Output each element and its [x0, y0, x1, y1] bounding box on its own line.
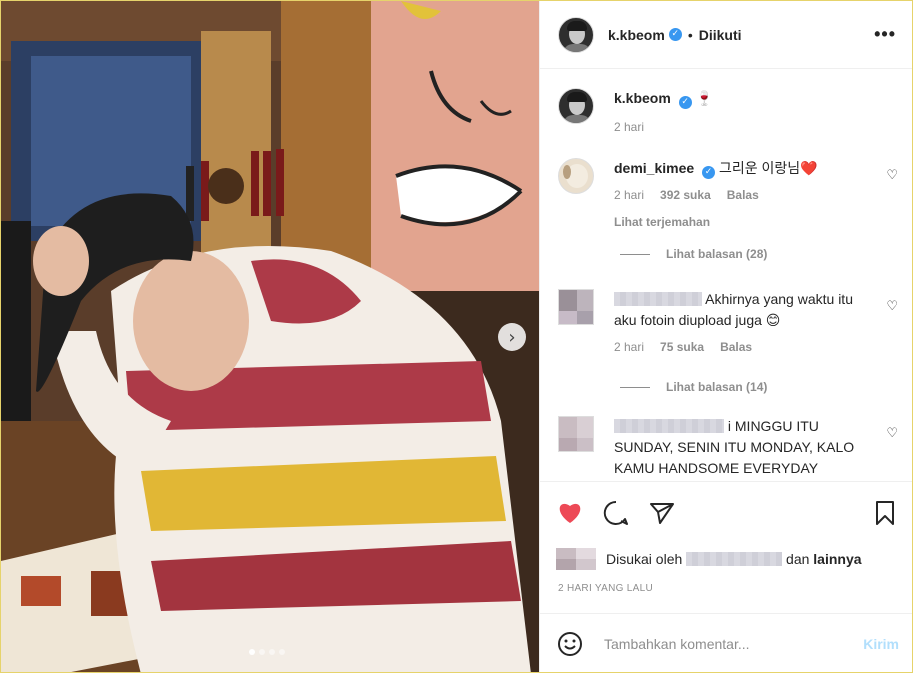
view-replies-button[interactable]: Lihat balasan (14) [620, 380, 767, 394]
liked-by-and: dan [786, 551, 810, 567]
redacted-liker-username[interactable] [686, 552, 783, 566]
carousel-dot [279, 649, 285, 655]
photo-illustration [1, 1, 539, 672]
divider-line [620, 253, 650, 255]
comment-likes[interactable]: 392 suka [660, 185, 711, 206]
post-timestamp[interactable]: 2 HARI YANG LALU [558, 583, 653, 594]
comment-text: 그리운 이랑님❤️ [718, 160, 818, 176]
carousel-dot [259, 649, 265, 655]
commenter-avatar-blurred[interactable] [558, 416, 594, 452]
following-status[interactable]: Diikuti [699, 27, 742, 43]
bookmark-icon[interactable] [871, 499, 899, 527]
post-caption: k.kbeom ✓ 🍷 2 hari [558, 88, 898, 138]
liked-by-row: Disukai oleh dan lainnya [556, 544, 862, 574]
see-translation-link[interactable]: Lihat terjemahan [614, 212, 874, 233]
commenter-avatar-blurred[interactable] [558, 289, 594, 325]
carousel-indicator [249, 649, 285, 655]
verified-badge-icon: ✓ [668, 28, 682, 41]
caption-username[interactable]: k.kbeom [614, 90, 671, 106]
author-username[interactable]: k.kbeom [608, 27, 665, 43]
carousel-dot-active [249, 649, 255, 655]
post-header: k.kbeom ✓ • Diikuti ••• [540, 1, 912, 69]
verified-badge-icon: ✓ [702, 166, 716, 179]
comment-item: demi_kimee ✓ 그리운 이랑님❤️ 2 hari 392 suka B… [558, 158, 898, 233]
post-side-panel: k.kbeom ✓ • Diikuti ••• k.kbeom ✓ 🍷 2 ha… [539, 1, 912, 672]
share-paper-plane-icon[interactable] [648, 499, 676, 527]
divider-line [620, 386, 650, 388]
liker-avatar-blurred[interactable] [556, 548, 596, 570]
comment-time[interactable]: 2 hari [614, 185, 644, 206]
caption-text: 🍷 [695, 90, 714, 106]
comment-likes[interactable]: 75 suka [660, 337, 704, 358]
like-heart-icon[interactable] [556, 499, 584, 527]
verified-badge-icon: ✓ [678, 96, 692, 109]
reply-button[interactable]: Balas [720, 337, 752, 358]
liked-by-others-link[interactable]: lainnya [813, 551, 861, 567]
post-actions: Disukai oleh dan lainnya 2 HARI YANG LAL… [540, 481, 912, 594]
view-replies-button[interactable]: Lihat balasan (28) [620, 247, 767, 261]
view-replies-label: Lihat balasan (14) [666, 380, 768, 394]
more-options-icon[interactable]: ••• [874, 24, 896, 45]
comment-like-heart-icon[interactable]: ♡ [886, 168, 898, 183]
carousel-dot [269, 649, 275, 655]
view-replies-label: Lihat balasan (28) [666, 247, 768, 261]
comment-like-heart-icon[interactable]: ♡ [886, 299, 898, 314]
emoji-smiley-icon[interactable] [556, 630, 584, 658]
post-photo[interactable]: › [1, 1, 539, 672]
commenter-username[interactable]: demi_kimee [614, 160, 694, 176]
comment-item: Akhirnya yang waktu itu aku fotoin diupl… [558, 289, 898, 358]
post-comment-button[interactable]: Kirim [863, 636, 899, 652]
author-avatar[interactable] [558, 16, 594, 53]
comment-item: i MINGGU ITU SUNDAY, SENIN ITU MONDAY, K… [558, 416, 898, 479]
add-comment-bar: Tambahkan komentar... Kirim [540, 613, 912, 672]
chevron-right-icon: › [508, 326, 516, 348]
caption-avatar[interactable] [558, 88, 594, 124]
commenter-avatar[interactable] [558, 158, 594, 194]
liked-by-prefix: Disukai oleh [606, 551, 683, 567]
instagram-post-window: › k.kbeom ✓ • Diikuti ••• k.kbeom ✓ 🍷 2 … [0, 0, 913, 673]
comments-list[interactable]: k.kbeom ✓ 🍷 2 hari demi_kimee ✓ 그리운 이랑님❤… [540, 70, 912, 481]
comment-time[interactable]: 2 hari [614, 337, 644, 358]
carousel-next-button[interactable]: › [498, 323, 526, 351]
comment-bubble-icon[interactable] [602, 499, 630, 527]
comment-like-heart-icon[interactable]: ♡ [886, 426, 898, 441]
separator-dot: • [687, 26, 693, 43]
comment-input[interactable]: Tambahkan komentar... [604, 636, 863, 652]
redacted-username[interactable] [614, 292, 702, 306]
caption-time[interactable]: 2 hari [614, 117, 644, 138]
reply-button[interactable]: Balas [727, 185, 759, 206]
redacted-username[interactable] [614, 419, 724, 433]
